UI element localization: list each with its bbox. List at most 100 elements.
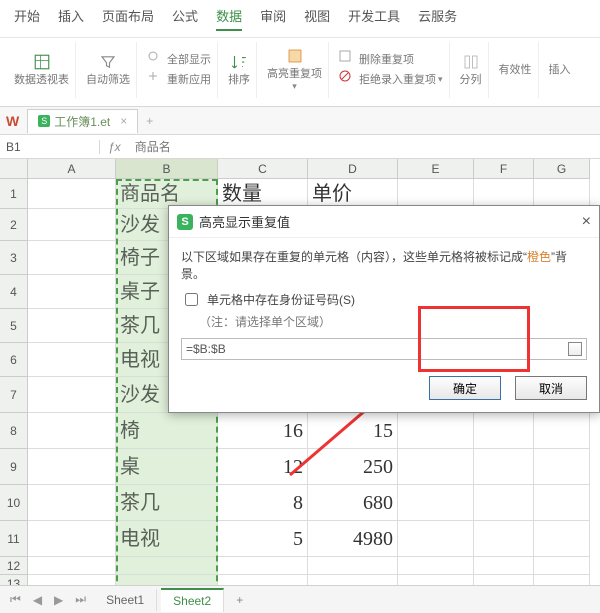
close-tab-icon[interactable]: ×: [120, 114, 127, 128]
cell[interactable]: [218, 557, 308, 575]
col-header-C[interactable]: C: [218, 159, 308, 179]
cell[interactable]: [28, 557, 116, 575]
range-input[interactable]: =$B:$B: [181, 338, 587, 360]
menu-view[interactable]: 视图: [304, 6, 330, 31]
fx-icon[interactable]: ƒx: [100, 140, 129, 154]
cell[interactable]: [534, 485, 590, 521]
cell[interactable]: [398, 485, 474, 521]
cell[interactable]: 电视: [116, 521, 218, 557]
row-header[interactable]: 12: [0, 557, 28, 575]
row-header[interactable]: 11: [0, 521, 28, 557]
cell[interactable]: [534, 521, 590, 557]
id-card-checkbox-row[interactable]: 单元格中存在身份证号码(S): [181, 290, 587, 309]
workbook-tab[interactable]: S 工作簿1.et ×: [27, 109, 138, 133]
cell[interactable]: [28, 275, 116, 309]
cell[interactable]: [28, 413, 116, 449]
remove-dup-button[interactable]: 删除重复项: [339, 50, 414, 70]
add-workbook-button[interactable]: +: [146, 114, 153, 128]
menu-dev[interactable]: 开发工具: [348, 6, 400, 31]
row-header[interactable]: 6: [0, 343, 28, 377]
cell[interactable]: [28, 241, 116, 275]
cell[interactable]: [398, 449, 474, 485]
cell[interactable]: [28, 377, 116, 413]
cell[interactable]: 12: [218, 449, 308, 485]
row-header[interactable]: 5: [0, 309, 28, 343]
cell[interactable]: [28, 343, 116, 377]
formula-value[interactable]: 商品名: [129, 138, 177, 155]
row-header[interactable]: 1: [0, 179, 28, 209]
cell[interactable]: [398, 413, 474, 449]
cell[interactable]: 680: [308, 485, 398, 521]
sheet-tab-1[interactable]: Sheet1: [94, 589, 157, 611]
cancel-button[interactable]: 取消: [515, 376, 587, 400]
menu-start[interactable]: 开始: [14, 6, 40, 31]
show-all-button[interactable]: 全部显示: [147, 50, 211, 70]
sheet-nav-prev[interactable]: ◀: [29, 593, 46, 607]
row-header[interactable]: 10: [0, 485, 28, 521]
id-card-checkbox[interactable]: [185, 293, 198, 306]
row-header[interactable]: 4: [0, 275, 28, 309]
reapply-button[interactable]: 重新应用: [147, 70, 211, 90]
sheet-nav-first[interactable]: ⏮: [6, 592, 25, 607]
select-all-corner[interactable]: [0, 159, 28, 179]
ins-button[interactable]: 插入: [543, 42, 577, 98]
autofilter-button[interactable]: 自动筛选: [80, 42, 137, 98]
cell[interactable]: 茶几: [116, 485, 218, 521]
menu-data[interactable]: 数据: [216, 6, 242, 31]
cell[interactable]: [474, 557, 534, 575]
pivot-button[interactable]: 数据透视表: [8, 42, 76, 98]
cell[interactable]: [474, 413, 534, 449]
col-header-G[interactable]: G: [534, 159, 590, 179]
cell[interactable]: [534, 449, 590, 485]
sheet-nav-next[interactable]: ▶: [50, 593, 67, 607]
range-picker-icon[interactable]: [568, 342, 582, 356]
cell[interactable]: 桌: [116, 449, 218, 485]
cell-reference-box[interactable]: B1: [0, 140, 100, 154]
close-icon[interactable]: ×: [582, 213, 591, 231]
menu-formula[interactable]: 公式: [172, 6, 198, 31]
cell[interactable]: [534, 413, 590, 449]
sheet-nav-last[interactable]: ⏭: [71, 592, 90, 607]
cell[interactable]: [308, 557, 398, 575]
cell[interactable]: [28, 179, 116, 209]
split-button[interactable]: 分列: [454, 42, 489, 98]
col-header-F[interactable]: F: [474, 159, 534, 179]
cell[interactable]: 5: [218, 521, 308, 557]
col-header-A[interactable]: A: [28, 159, 116, 179]
cell[interactable]: 椅: [116, 413, 218, 449]
reject-dup-button[interactable]: 拒绝录入重复项▾: [339, 70, 443, 90]
col-header-E[interactable]: E: [398, 159, 474, 179]
add-sheet-button[interactable]: +: [228, 593, 251, 607]
cell[interactable]: [534, 557, 590, 575]
ok-button[interactable]: 确定: [429, 376, 501, 400]
row-header[interactable]: 2: [0, 209, 28, 241]
cell[interactable]: [28, 309, 116, 343]
cell[interactable]: [398, 521, 474, 557]
cell[interactable]: 15: [308, 413, 398, 449]
cell[interactable]: 250: [308, 449, 398, 485]
dialog-titlebar[interactable]: S 高亮显示重复值 ×: [169, 206, 599, 238]
cell[interactable]: [474, 449, 534, 485]
cell[interactable]: [474, 485, 534, 521]
cell[interactable]: [28, 521, 116, 557]
menu-cloud[interactable]: 云服务: [418, 6, 457, 31]
cell[interactable]: 4980: [308, 521, 398, 557]
row-header[interactable]: 7: [0, 377, 28, 413]
menu-layout[interactable]: 页面布局: [102, 6, 154, 31]
cell[interactable]: [28, 209, 116, 241]
menu-insert[interactable]: 插入: [58, 6, 84, 31]
cell[interactable]: 8: [218, 485, 308, 521]
cell[interactable]: [116, 557, 218, 575]
sheet-tab-2[interactable]: Sheet2: [161, 588, 224, 612]
col-header-D[interactable]: D: [308, 159, 398, 179]
row-header[interactable]: 8: [0, 413, 28, 449]
row-header[interactable]: 9: [0, 449, 28, 485]
sort-button[interactable]: 排序: [222, 42, 257, 98]
row-header[interactable]: 3: [0, 241, 28, 275]
cell[interactable]: 16: [218, 413, 308, 449]
cell[interactable]: [28, 449, 116, 485]
cell[interactable]: [398, 557, 474, 575]
highlight-dup-button[interactable]: 高亮重复项▾: [261, 42, 329, 98]
menu-review[interactable]: 审阅: [260, 6, 286, 31]
cell[interactable]: [28, 485, 116, 521]
